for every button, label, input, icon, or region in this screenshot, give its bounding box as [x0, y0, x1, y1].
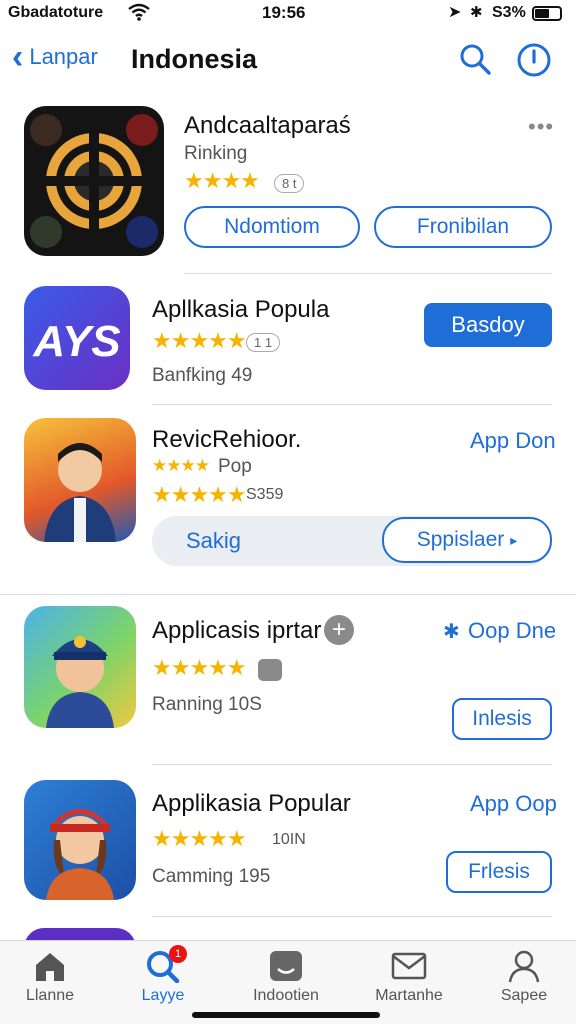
rating-count: S359: [246, 486, 284, 503]
info-icon: [517, 43, 551, 77]
location-icon: ➤: [448, 4, 462, 21]
bluetooth-icon: ✱: [470, 4, 483, 21]
app-category: Banfking 49: [152, 365, 253, 386]
tab-label: Martanhe: [375, 987, 443, 1004]
notification-badge: 1: [169, 945, 187, 963]
mail-icon: [391, 952, 427, 980]
tab-label: Layye: [141, 987, 185, 1004]
app-name[interactable]: RevicRehioor.: [152, 426, 301, 454]
info-button[interactable]: [516, 42, 552, 78]
app-icon[interactable]: AYS: [24, 286, 130, 390]
app-icon[interactable]: [24, 780, 136, 900]
segment-right[interactable]: Sppislaer ▸: [382, 517, 552, 563]
app-icon[interactable]: [24, 606, 136, 728]
rating-stars: ★★★★★: [152, 655, 247, 680]
chevron-left-icon: ‹: [12, 38, 24, 76]
home-indicator[interactable]: [192, 1012, 380, 1018]
app-action-button[interactable]: Inlesis: [452, 698, 552, 740]
tab-profile[interactable]: Sapee: [474, 949, 574, 1005]
home-icon: [36, 953, 64, 981]
tab-label: Indootien: [253, 987, 319, 1004]
app-link[interactable]: Oop Dne: [468, 618, 556, 644]
more-icon[interactable]: •••: [528, 114, 554, 140]
search-icon: [460, 44, 491, 75]
rating-stars: ★★★★★: [152, 826, 247, 851]
app-icon[interactable]: [24, 106, 164, 256]
app-category: Camming 195: [152, 866, 271, 887]
row-divider: [152, 916, 552, 917]
rating-stars: ★★★★★: [152, 328, 247, 353]
app-link[interactable]: App Don: [470, 428, 556, 454]
app-category: Ranning 10S: [152, 694, 262, 715]
rating-stars-small: ★★★★: [152, 456, 210, 475]
app-category: Rinking: [184, 143, 248, 164]
row-divider: [0, 594, 576, 595]
carrier-label: Gbadatoture: [8, 4, 104, 21]
battery-percent: S3%: [492, 4, 526, 21]
sparkle-icon: ✱: [443, 621, 460, 643]
chevron-right-icon: ▸: [510, 531, 518, 548]
app-name[interactable]: Apllkasia Popula: [152, 296, 329, 324]
app-action-button[interactable]: Basdoy: [424, 303, 552, 347]
app-name[interactable]: Applicasis iprtar: [152, 617, 321, 645]
back-label: Lanpar: [29, 44, 98, 69]
tab-label: Sapee: [500, 987, 548, 1004]
add-icon[interactable]: +: [324, 615, 354, 645]
rating-icon: [258, 659, 282, 681]
segment-left[interactable]: Sakig: [186, 528, 241, 554]
row-divider: [152, 764, 552, 765]
app-link[interactable]: App Oop: [470, 791, 557, 817]
row-divider: [184, 273, 552, 274]
search-button[interactable]: [458, 42, 492, 76]
tab-media[interactable]: Indootien: [236, 949, 336, 1005]
back-button[interactable]: ‹ Lanpar: [12, 38, 98, 76]
app-name[interactable]: Applikasia Popular: [152, 790, 351, 818]
app-name[interactable]: Andcaaltaparaś: [184, 112, 351, 140]
rating-stars: ★★★★: [184, 168, 260, 193]
rating-count: 8 t: [274, 174, 305, 193]
rating-stars: ★★★★★: [152, 482, 247, 507]
app-action-button-left[interactable]: Ndomtiom: [184, 206, 360, 248]
page-title: Indonesia: [131, 44, 258, 74]
battery-icon: [532, 6, 562, 21]
tab-label: Llanne: [25, 987, 75, 1004]
rating-count: 1 1: [246, 333, 281, 352]
app-action-button[interactable]: Frlesis: [446, 851, 552, 893]
tab-mail[interactable]: Martanhe: [359, 949, 459, 1005]
status-bar: Gbadatoture 19:56 ➤ ✱ S3%: [0, 0, 576, 30]
app-icon[interactable]: [24, 418, 136, 542]
nav-bar: ‹ Lanpar Indonesia: [0, 36, 576, 86]
row-divider: [152, 404, 552, 405]
app-category: Pop: [218, 456, 252, 477]
tab-home[interactable]: Llanne: [0, 949, 100, 1005]
clock: 19:56: [262, 3, 306, 22]
rating-count: 10IN: [272, 831, 306, 848]
segment-right-label: Sppislaer: [416, 528, 505, 551]
svg-text:AYS: AYS: [32, 317, 120, 366]
tab-search[interactable]: 1 Layye: [113, 945, 213, 1005]
app-action-button-right[interactable]: Fronibilan: [374, 206, 552, 248]
media-icon: [270, 951, 302, 981]
wifi-icon: [128, 3, 150, 26]
person-icon: [508, 950, 540, 983]
